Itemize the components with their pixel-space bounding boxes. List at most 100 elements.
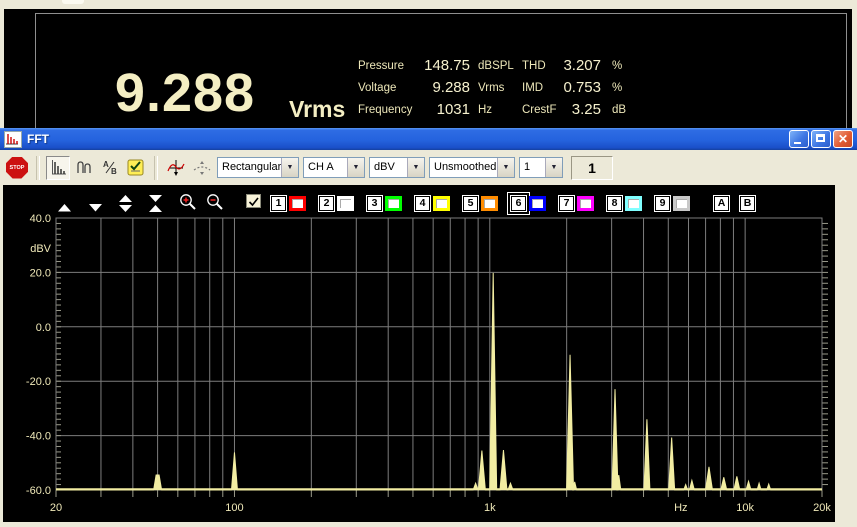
- curve-9-selector: 9: [655, 196, 690, 211]
- svg-text:20.0: 20.0: [30, 267, 51, 279]
- average-count-display: 1: [571, 155, 613, 180]
- channel-dropdown[interactable]: CH A ▼: [303, 157, 365, 178]
- close-icon: ✕: [837, 132, 849, 146]
- scale-down-button[interactable]: [89, 199, 102, 217]
- curve-1-button[interactable]: 1: [271, 196, 286, 211]
- close-button[interactable]: ✕: [833, 130, 853, 148]
- fft-window-icon: [4, 130, 22, 148]
- curve-2-button[interactable]: 2: [319, 196, 334, 211]
- curve-6-color-swatch[interactable]: [529, 196, 546, 211]
- curve-2-selector: 2: [319, 196, 354, 211]
- svg-text:40.0: 40.0: [30, 213, 51, 225]
- window-function-dropdown[interactable]: Rectangular ▼: [217, 157, 299, 178]
- curve-7-color-swatch[interactable]: [577, 196, 594, 211]
- spectrum-view-button[interactable]: [46, 155, 70, 180]
- curve-2-color-swatch[interactable]: [337, 196, 354, 211]
- svg-text:0.0: 0.0: [36, 322, 51, 334]
- maximize-button[interactable]: [811, 130, 831, 148]
- reading-value: 9.288: [432, 79, 470, 96]
- app-screen: { "meter": { "main_value": "9.288", "mai…: [0, 0, 857, 527]
- zoom-in-icon: [180, 194, 196, 210]
- title-bar[interactable]: FFT ✕: [0, 128, 857, 150]
- zoom-out-button[interactable]: [206, 193, 224, 216]
- triangle-up-icon: [58, 204, 71, 212]
- chevron-down-icon: ▼: [497, 158, 514, 177]
- chevron-down-icon: ▼: [545, 158, 562, 177]
- zoom-in-button[interactable]: [179, 193, 197, 216]
- reading-unit: Hz: [478, 104, 493, 116]
- fft-spectrum-chart: 40.0 dBV 20.0 0.0 -20.0 -40.0 -60.0 20 100 1k Hz 10…: [26, 213, 831, 514]
- smoothing-dropdown[interactable]: Unsmoothed ▼: [429, 157, 515, 178]
- reading-label: Voltage: [358, 82, 397, 94]
- svg-text:20k: 20k: [813, 502, 831, 514]
- curve-visibility-checkbox[interactable]: [246, 194, 261, 208]
- magnitude-unit-dropdown[interactable]: dBV ▼: [369, 157, 425, 178]
- reading-value: 0.753: [563, 79, 601, 96]
- window-edge-tab: [62, 0, 84, 4]
- ab-compare-icon: A B: [103, 160, 117, 176]
- svg-text:-60.0: -60.0: [26, 485, 51, 497]
- scale-up-button[interactable]: [58, 199, 71, 217]
- reading-unit: dBSPL: [478, 60, 514, 72]
- chevron-down-icon: ▼: [347, 158, 364, 177]
- curve-7-selector: 7: [559, 196, 594, 211]
- curve-5-color-swatch[interactable]: [481, 196, 498, 211]
- curve-3-color-swatch[interactable]: [385, 196, 402, 211]
- octave-view-button[interactable]: [72, 156, 96, 180]
- measurement-setup-button[interactable]: [124, 156, 148, 180]
- reading-value: 148.75: [424, 57, 470, 74]
- collapse-arrows-icon: [149, 195, 162, 212]
- reading-value: 1031: [436, 101, 470, 118]
- curve-7-button[interactable]: 7: [559, 196, 574, 211]
- curve-6-button[interactable]: 6: [511, 196, 526, 211]
- curve-8-button[interactable]: 8: [607, 196, 622, 211]
- curve-4-color-swatch[interactable]: [433, 196, 450, 211]
- overlay-b-button[interactable]: B: [740, 196, 755, 211]
- check-icon: [248, 197, 259, 207]
- curve-8-color-swatch[interactable]: [625, 196, 642, 211]
- curve-1-selector: 1: [271, 196, 306, 211]
- stop-button[interactable]: STOP: [6, 156, 28, 179]
- reading-unit: Vrms: [478, 82, 505, 94]
- chevron-down-icon: ▼: [281, 158, 298, 177]
- collapse-range-button[interactable]: [149, 195, 162, 217]
- reading-value: 3.25: [571, 101, 601, 118]
- svg-text:-40.0: -40.0: [26, 431, 51, 443]
- overlay-a-button[interactable]: A: [714, 196, 729, 211]
- meter-display: 9.288 Vrms Pressure 148.75 dBSPL Voltage…: [4, 9, 852, 145]
- smoothing-value: Unsmoothed: [434, 161, 497, 173]
- main-reading-unit: Vrms: [289, 96, 346, 122]
- averaging-value: 1: [524, 161, 531, 173]
- averaging-dropdown[interactable]: 1 ▼: [519, 157, 563, 178]
- minimize-icon: [794, 142, 801, 144]
- chevron-down-icon: ▼: [407, 158, 424, 177]
- minimize-button[interactable]: [789, 130, 809, 148]
- cursor-button[interactable]: [164, 156, 188, 180]
- curve-3-button[interactable]: 3: [367, 196, 382, 211]
- maximize-icon: [816, 134, 825, 142]
- marker-button[interactable]: [190, 156, 214, 180]
- fft-chart-panel: 40.0 dBV 20.0 0.0 -20.0 -40.0 -60.0 20 100 1k Hz 10…: [3, 185, 835, 522]
- curve-5-button[interactable]: 5: [463, 196, 478, 211]
- window-title: FFT: [27, 132, 49, 146]
- expand-range-button[interactable]: [119, 195, 132, 217]
- triangle-down-icon: [89, 204, 102, 212]
- svg-text:A: A: [103, 160, 109, 169]
- reading-unit: %: [612, 60, 623, 72]
- reading-value: 3.207: [563, 57, 601, 74]
- ab-compare-button[interactable]: A B: [98, 156, 122, 180]
- reading-label: THD: [522, 60, 546, 72]
- cursor-crosshair-icon: [167, 159, 185, 176]
- reading-label: IMD: [522, 82, 544, 94]
- expand-arrows-icon: [119, 195, 132, 212]
- curve-9-button[interactable]: 9: [655, 196, 670, 211]
- zoom-out-icon: [207, 194, 223, 210]
- channel-value: CH A: [308, 161, 334, 173]
- curve-1-color-swatch[interactable]: [289, 196, 306, 211]
- curve-9-color-swatch[interactable]: [673, 196, 690, 211]
- curve-8-selector: 8: [607, 196, 642, 211]
- svg-text:dBV: dBV: [30, 243, 51, 255]
- measurement-setup-icon: [127, 159, 144, 175]
- curve-4-button[interactable]: 4: [415, 196, 430, 211]
- marker-icon: [193, 160, 211, 175]
